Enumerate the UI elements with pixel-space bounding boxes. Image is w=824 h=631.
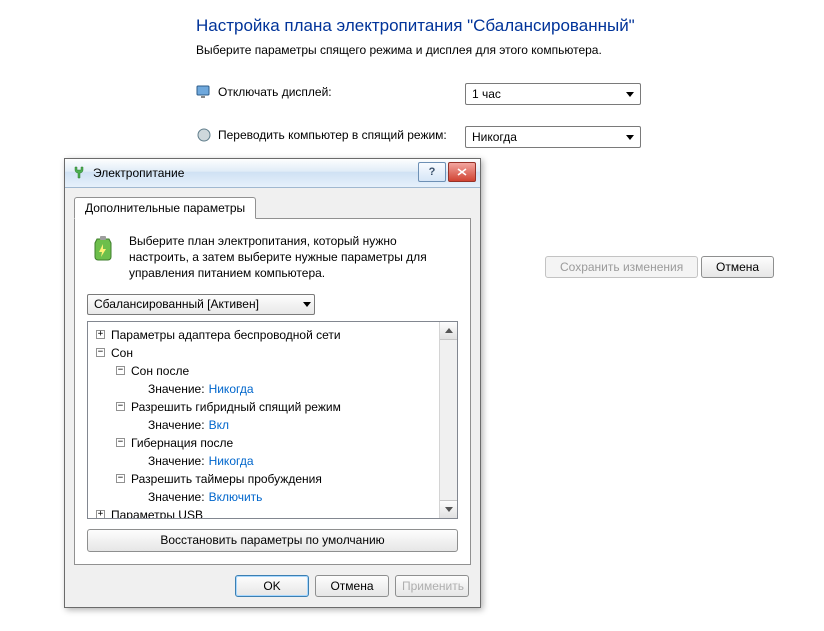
power-plug-icon	[71, 165, 87, 181]
display-off-dropdown[interactable]: 1 час	[465, 83, 641, 105]
power-options-dialog: Электропитание ? Дополнительные параметр…	[64, 158, 481, 608]
sleep-dropdown[interactable]: Никогда	[465, 126, 641, 148]
battery-icon	[87, 233, 119, 265]
collapse-icon[interactable]: −	[116, 438, 125, 447]
dialog-titlebar[interactable]: Электропитание ?	[65, 159, 480, 188]
moon-icon	[196, 127, 212, 143]
tree-value-sleep-after[interactable]: Значение:Никогда	[88, 380, 440, 398]
tree-node-hybrid[interactable]: −Разрешить гибридный спящий режим	[88, 398, 440, 416]
expand-icon[interactable]: +	[96, 330, 105, 339]
expand-icon[interactable]: +	[96, 510, 105, 518]
cancel-button[interactable]: Отмена	[315, 575, 389, 597]
display-off-value: 1 час	[472, 87, 501, 101]
close-button[interactable]	[448, 162, 476, 182]
ok-button[interactable]: OK	[235, 575, 309, 597]
dialog-intro-text: Выберите план электропитания, который ну…	[129, 233, 458, 282]
tree-node-wake-timers[interactable]: −Разрешить таймеры пробуждения	[88, 470, 440, 488]
tree-node-usb[interactable]: +Параметры USB	[88, 506, 440, 518]
settings-tree: +Параметры адаптера беспроводной сети −С…	[87, 321, 458, 519]
tree-node-sleep-after[interactable]: −Сон после	[88, 362, 440, 380]
tree-value-hibernate[interactable]: Значение:Никогда	[88, 452, 440, 470]
apply-button: Применить	[395, 575, 469, 597]
tree-node-hibernate[interactable]: −Гибернация после	[88, 434, 440, 452]
page-title: Настройка плана электропитания "Сбаланси…	[196, 16, 635, 36]
save-changes-button: Сохранить изменения	[545, 256, 698, 278]
power-plan-dropdown[interactable]: Сбалансированный [Активен]	[87, 294, 315, 315]
display-icon	[196, 84, 212, 100]
collapse-icon[interactable]: −	[116, 366, 125, 375]
scroll-down-icon[interactable]	[440, 500, 457, 518]
tree-scrollbar[interactable]	[439, 322, 457, 518]
collapse-icon[interactable]: −	[116, 402, 125, 411]
chevron-down-icon	[626, 135, 634, 140]
tree-value-wake-timers[interactable]: Значение:Включить	[88, 488, 440, 506]
tab-advanced[interactable]: Дополнительные параметры	[74, 197, 256, 219]
tree-node-wireless[interactable]: +Параметры адаптера беспроводной сети	[88, 326, 440, 344]
cancel-page-button[interactable]: Отмена	[701, 256, 774, 278]
dialog-title: Электропитание	[93, 166, 184, 180]
help-button[interactable]: ?	[418, 162, 446, 182]
chevron-down-icon	[626, 92, 634, 97]
display-off-label: Отключать дисплей:	[218, 85, 332, 99]
sleep-label: Переводить компьютер в спящий режим:	[218, 128, 447, 142]
restore-defaults-button[interactable]: Восстановить параметры по умолчанию	[87, 529, 458, 552]
page-subtitle: Выберите параметры спящего режима и дисп…	[196, 43, 602, 57]
power-plan-selected: Сбалансированный [Активен]	[94, 297, 259, 311]
tree-value-hybrid[interactable]: Значение:Вкл	[88, 416, 440, 434]
chevron-down-icon	[303, 302, 311, 307]
sleep-value: Никогда	[472, 130, 517, 144]
collapse-icon[interactable]: −	[96, 348, 105, 357]
scroll-up-icon[interactable]	[440, 322, 457, 340]
tree-node-sleep[interactable]: −Сон	[88, 344, 440, 362]
dialog-tabstrip: Дополнительные параметры	[74, 197, 471, 219]
collapse-icon[interactable]: −	[116, 474, 125, 483]
